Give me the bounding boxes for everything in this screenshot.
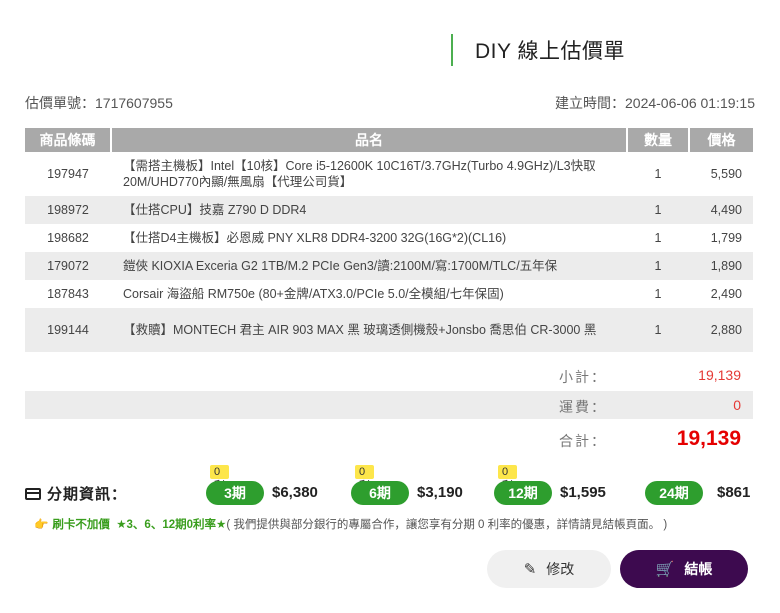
- shipping-row: 運費： 0: [25, 391, 753, 419]
- edit-button[interactable]: ✎ 修改: [487, 550, 611, 588]
- header-qty: 數量: [627, 128, 690, 152]
- item-price: 1,799: [689, 224, 753, 252]
- total-value: 19,139: [676, 427, 741, 450]
- installment-title: 分期資訊：: [25, 483, 127, 504]
- item-qty: 1: [627, 280, 689, 308]
- item-name[interactable]: 鎧俠 KIOXIA Exceria G2 1TB/M.2 PCIe Gen3/讀…: [111, 252, 627, 280]
- item-code: 187843: [25, 280, 111, 308]
- item-price: 4,490: [689, 196, 753, 224]
- term-pill: 24期: [645, 481, 703, 505]
- checkout-button-label: 結帳: [684, 561, 713, 577]
- total-label: 合計：: [559, 433, 607, 449]
- item-price: 2,490: [689, 280, 753, 308]
- item-qty: 1: [627, 308, 689, 352]
- item-name[interactable]: Corsair 海盜船 RM750e (80+金牌/ATX3.0/PCIe 5.…: [111, 280, 627, 308]
- item-price: 2,880: [689, 308, 753, 352]
- zero-interest-badge: 0利率: [210, 465, 229, 506]
- installment-notice: 👉 刷卡不加價 ★3、6、12期0利率★( 我們提供與部分銀行的專屬合作，讓您享有…: [34, 516, 667, 532]
- term-amount: $1,595: [560, 484, 606, 501]
- term-amount: $6,380: [272, 484, 318, 501]
- pointing-hand-icon: 👉: [34, 519, 49, 531]
- subtotal-row: 小計： 19,139: [25, 361, 753, 389]
- term-pill: 3期: [206, 481, 264, 505]
- subtotal-value: 19,139: [698, 367, 741, 383]
- term-pill: 6期: [351, 481, 409, 505]
- item-qty: 1: [627, 152, 689, 196]
- quote-number: 估價單號：1717607955: [25, 95, 173, 111]
- items-table: 商品條碼 品名 數量 價格 197947 【需搭主機板】Intel【10核】Co…: [25, 128, 753, 352]
- table-row: 198682 【仕搭D4主機板】必恩威 PNY XLR8 DDR4-3200 3…: [25, 224, 753, 252]
- shipping-value: 0: [733, 397, 741, 413]
- credit-card-icon: [25, 487, 41, 500]
- item-price: 5,590: [689, 152, 753, 196]
- item-price: 1,890: [689, 252, 753, 280]
- zero-interest-badge: 0利率: [498, 465, 517, 506]
- cart-icon: 🛒: [655, 561, 675, 578]
- zero-interest-badge: 0利率: [355, 465, 374, 506]
- term-amount: $861: [717, 484, 751, 501]
- term-pill: 12期: [494, 481, 552, 505]
- table-row: 179072 鎧俠 KIOXIA Exceria G2 1TB/M.2 PCIe…: [25, 252, 753, 280]
- item-code: 198682: [25, 224, 111, 252]
- item-name[interactable]: 【需搭主機板】Intel【10核】Core i5-12600K 10C16T/3…: [111, 152, 627, 196]
- header-name: 品名: [111, 128, 628, 152]
- total-row: 合計： 19,139: [25, 425, 753, 453]
- table-row: 197947 【需搭主機板】Intel【10核】Core i5-12600K 1…: [25, 152, 753, 196]
- item-qty: 1: [627, 252, 689, 280]
- notice-zero-interest: ★3、6、12期0利率★: [116, 519, 227, 531]
- item-name[interactable]: 【仕搭D4主機板】必恩威 PNY XLR8 DDR4-3200 32G(16G*…: [111, 224, 627, 252]
- notice-no-surcharge: 刷卡不加價: [52, 519, 110, 531]
- item-name[interactable]: 【仕搭CPU】技嘉 Z790 D DDR4: [111, 196, 627, 224]
- table-header-row: 商品條碼 品名 數量 價格: [25, 128, 753, 152]
- header-price: 價格: [689, 128, 753, 152]
- title-accent-bar: [451, 34, 453, 66]
- header-code: 商品條碼: [25, 128, 112, 152]
- item-code: 199144: [25, 308, 111, 352]
- checkout-button[interactable]: 🛒 結帳: [620, 550, 748, 588]
- edit-button-label: 修改: [546, 561, 575, 577]
- item-code: 198972: [25, 196, 111, 224]
- page-title: DIY 線上估價單: [475, 40, 625, 63]
- item-qty: 1: [627, 196, 689, 224]
- notice-text: ( 我們提供與部分銀行的專屬合作，讓您享有分期 0 利率的優惠，詳情請見結帳頁面…: [226, 519, 668, 531]
- installment-title-text: 分期資訊：: [47, 486, 128, 503]
- pencil-icon: ✎: [523, 561, 537, 578]
- table-row: 187843 Corsair 海盜船 RM750e (80+金牌/ATX3.0/…: [25, 280, 753, 308]
- item-name[interactable]: 【救贖】MONTECH 君主 AIR 903 MAX 黑 玻璃透側機殼+Jons…: [111, 308, 627, 352]
- term-amount: $3,190: [417, 484, 463, 501]
- table-row: 198972 【仕搭CPU】技嘉 Z790 D DDR4 1 4,490: [25, 196, 753, 224]
- item-qty: 1: [627, 224, 689, 252]
- item-code: 179072: [25, 252, 111, 280]
- created-time: 建立時間：2024-06-06 01:19:15: [555, 95, 755, 111]
- table-row: 199144 【救贖】MONTECH 君主 AIR 903 MAX 黑 玻璃透側…: [25, 308, 753, 352]
- page-header: DIY 線上估價單: [451, 34, 625, 66]
- item-code: 197947: [25, 152, 111, 196]
- subtotal-label: 小計：: [559, 369, 607, 385]
- shipping-label: 運費：: [559, 399, 607, 415]
